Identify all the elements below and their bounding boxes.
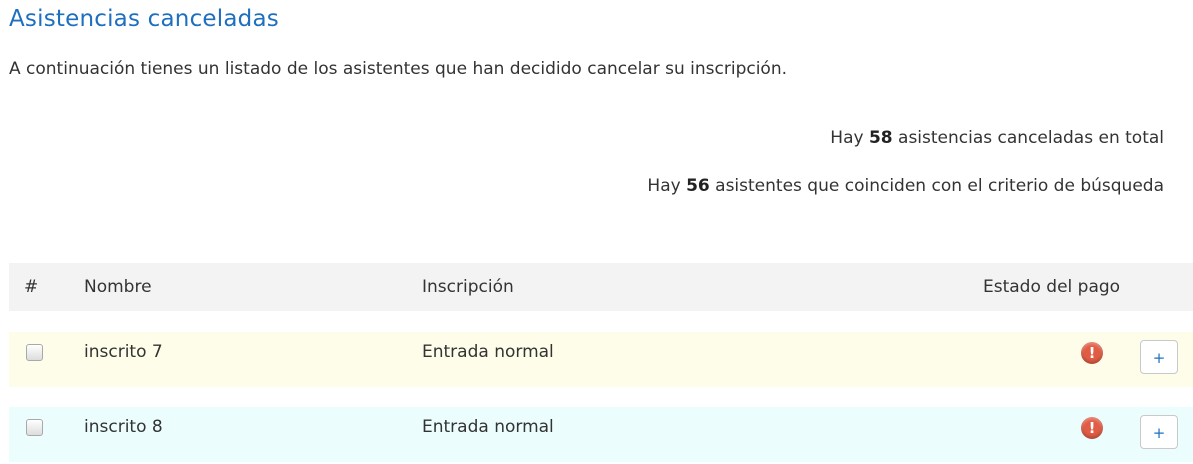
attendee-inscription: Entrada normal [422,417,554,437]
row-select-checkbox[interactable] [26,419,43,436]
row-select-checkbox[interactable] [26,344,43,361]
expand-row-button[interactable]: + [1140,415,1178,449]
column-header-name: Nombre [84,277,152,297]
stats-summary: Hay 58 asistencias canceladas en total H… [644,124,1164,220]
attendee-name: inscrito 8 [84,417,163,437]
total-cancelled-text: Hay 58 asistencias canceladas en total [830,128,1164,148]
matching-attendees-count: 56 [686,176,710,196]
alert-icon: ! [1081,417,1103,439]
table-row: inscrito 8 Entrada normal ! + [9,407,1193,462]
alert-icon: ! [1081,342,1103,364]
table-header: # Nombre Inscripción Estado del pago [9,263,1193,311]
column-header-payment-status: Estado del pago [983,277,1121,297]
attendee-inscription: Entrada normal [422,342,554,362]
attendee-name: inscrito 7 [84,342,163,362]
column-header-inscription: Inscripción [422,277,514,297]
matching-attendees-text: Hay 56 asistentes que coinciden con el c… [647,176,1164,196]
expand-row-button[interactable]: + [1140,340,1178,374]
column-header-number: # [24,277,39,297]
page-intro: A continuación tienes un listado de los … [9,59,788,79]
total-cancelled-count: 58 [868,128,893,148]
table-row: inscrito 7 Entrada normal ! + [9,332,1193,387]
page-title: Asistencias canceladas [9,6,279,32]
